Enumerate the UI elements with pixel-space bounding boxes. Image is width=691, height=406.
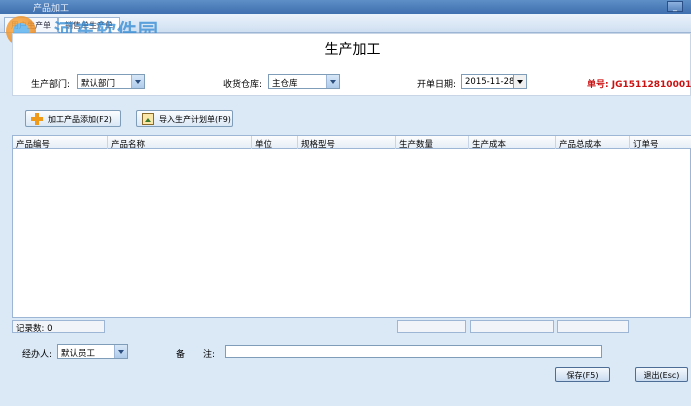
order-number: 单号: JG15112810001	[587, 80, 691, 90]
table-header: 产品编号 产品名称 单位 规格型号 生产数量 生产成本 产品总成本 订单号	[13, 136, 691, 150]
save-button[interactable]: 保存(F5)	[555, 367, 610, 382]
tab-strip: 用户生产单 销售单生产单	[0, 14, 691, 33]
date-picker[interactable]: 2015-11-28	[461, 74, 527, 89]
add-product-button[interactable]: 加工产品添加(F2)	[25, 110, 121, 127]
date-label: 开单日期:	[417, 80, 457, 90]
summary-row: 记录数: 0	[12, 318, 691, 336]
chevron-down-icon[interactable]	[131, 75, 144, 88]
page-title: 生产加工	[324, 42, 381, 58]
date-value: 2015-11-28	[465, 77, 515, 87]
chevron-down-icon[interactable]	[326, 75, 339, 88]
plus-icon	[31, 113, 43, 125]
warehouse-value: 主仓库	[272, 79, 298, 89]
col-product-code[interactable]: 产品编号	[13, 136, 108, 150]
dept-label: 生产部门:	[31, 80, 71, 90]
col-total-cost[interactable]: 产品总成本	[556, 136, 630, 150]
chevron-down-icon[interactable]	[513, 75, 526, 88]
memo-label-part1: 备	[176, 350, 186, 360]
product-table[interactable]: 产品编号 产品名称 单位 规格型号 生产数量 生产成本 产品总成本 订单号	[12, 135, 691, 318]
tab-sales-production-order[interactable]: 销售单生产单	[58, 17, 120, 32]
minimize-button[interactable]: _	[667, 1, 683, 12]
tab-production-order[interactable]: 用户生产单	[4, 17, 58, 32]
warehouse-label: 收货仓库:	[223, 80, 263, 90]
handler-value: 默认员工	[61, 349, 96, 359]
col-order-no[interactable]: 订单号	[630, 136, 691, 150]
add-product-label: 加工产品添加(F2)	[48, 115, 112, 124]
import-plan-label: 导入生产计划单(F9)	[159, 115, 231, 124]
memo-label-part2: 注:	[203, 350, 216, 360]
chevron-down-icon[interactable]	[114, 345, 127, 358]
col-cost[interactable]: 生产成本	[469, 136, 556, 150]
handler-select[interactable]: 默认员工	[57, 344, 128, 359]
grand-total-box	[557, 320, 629, 333]
header-panel: 生产加工 生产部门: 默认部门 收货仓库: 主仓库 开单日期: 2015-11-…	[12, 33, 691, 96]
import-icon	[142, 113, 154, 125]
col-quantity[interactable]: 生产数量	[396, 136, 469, 150]
col-spec[interactable]: 规格型号	[298, 136, 396, 150]
exit-button[interactable]: 退出(Esc)	[635, 367, 688, 382]
dept-select[interactable]: 默认部门	[77, 74, 145, 89]
title-bar: 产品加工 _	[0, 0, 691, 14]
record-count: 记录数: 0	[12, 320, 105, 334]
window-title: 产品加工	[33, 4, 70, 14]
col-unit[interactable]: 单位	[252, 136, 298, 150]
dept-value: 默认部门	[81, 79, 116, 89]
import-plan-button[interactable]: 导入生产计划单(F9)	[136, 110, 233, 127]
total-quantity-box	[397, 320, 466, 333]
warehouse-select[interactable]: 主仓库	[268, 74, 340, 89]
col-product-name[interactable]: 产品名称	[108, 136, 252, 150]
handler-label: 经办人:	[22, 350, 53, 360]
total-cost-box	[470, 320, 554, 333]
memo-input[interactable]	[225, 345, 602, 358]
